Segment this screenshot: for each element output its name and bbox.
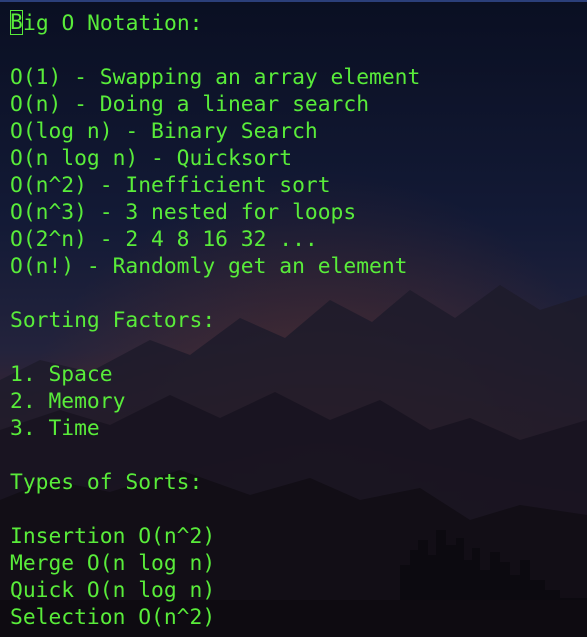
terminal-line: O(log n) - Binary Search: [10, 119, 318, 144]
terminal-line: Types of Sorts:: [10, 470, 203, 495]
terminal-line: Merge O(n log n): [10, 551, 216, 576]
terminal-line: Insertion O(n^2): [10, 524, 216, 549]
terminal-window[interactable]: Big O Notation: O(1) - Swapping an array…: [0, 0, 587, 637]
terminal-line: 2. Memory: [10, 389, 126, 414]
terminal-line: O(1) - Swapping an array element: [10, 65, 421, 90]
terminal-cursor: B: [10, 10, 23, 35]
terminal-line: 1. Space: [10, 362, 113, 387]
terminal-line-1-text: ig O Notation:: [23, 11, 203, 36]
terminal-line: O(n^3) - 3 nested for loops: [10, 200, 357, 225]
terminal-line-1: Big O Notation:: [10, 10, 580, 37]
terminal-line: O(n) - Doing a linear search: [10, 92, 370, 117]
terminal-line: Quick O(n log n): [10, 578, 216, 603]
terminal-line: O(n log n) - Quicksort: [10, 146, 293, 171]
terminal-line: O(n!) - Randomly get an element: [10, 254, 408, 279]
terminal-line: O(2^n) - 2 4 8 16 32 ...: [10, 227, 318, 252]
terminal-line: 3. Time: [10, 416, 100, 441]
terminal-line: Selection O(n^2): [10, 605, 216, 630]
terminal-line: O(n^2) - Inefficient sort: [10, 173, 331, 198]
terminal-output[interactable]: Big O Notation: O(1) - Swapping an array…: [10, 10, 580, 635]
window-top-border: [0, 0, 587, 2]
terminal-line: Sorting Factors:: [10, 308, 216, 333]
